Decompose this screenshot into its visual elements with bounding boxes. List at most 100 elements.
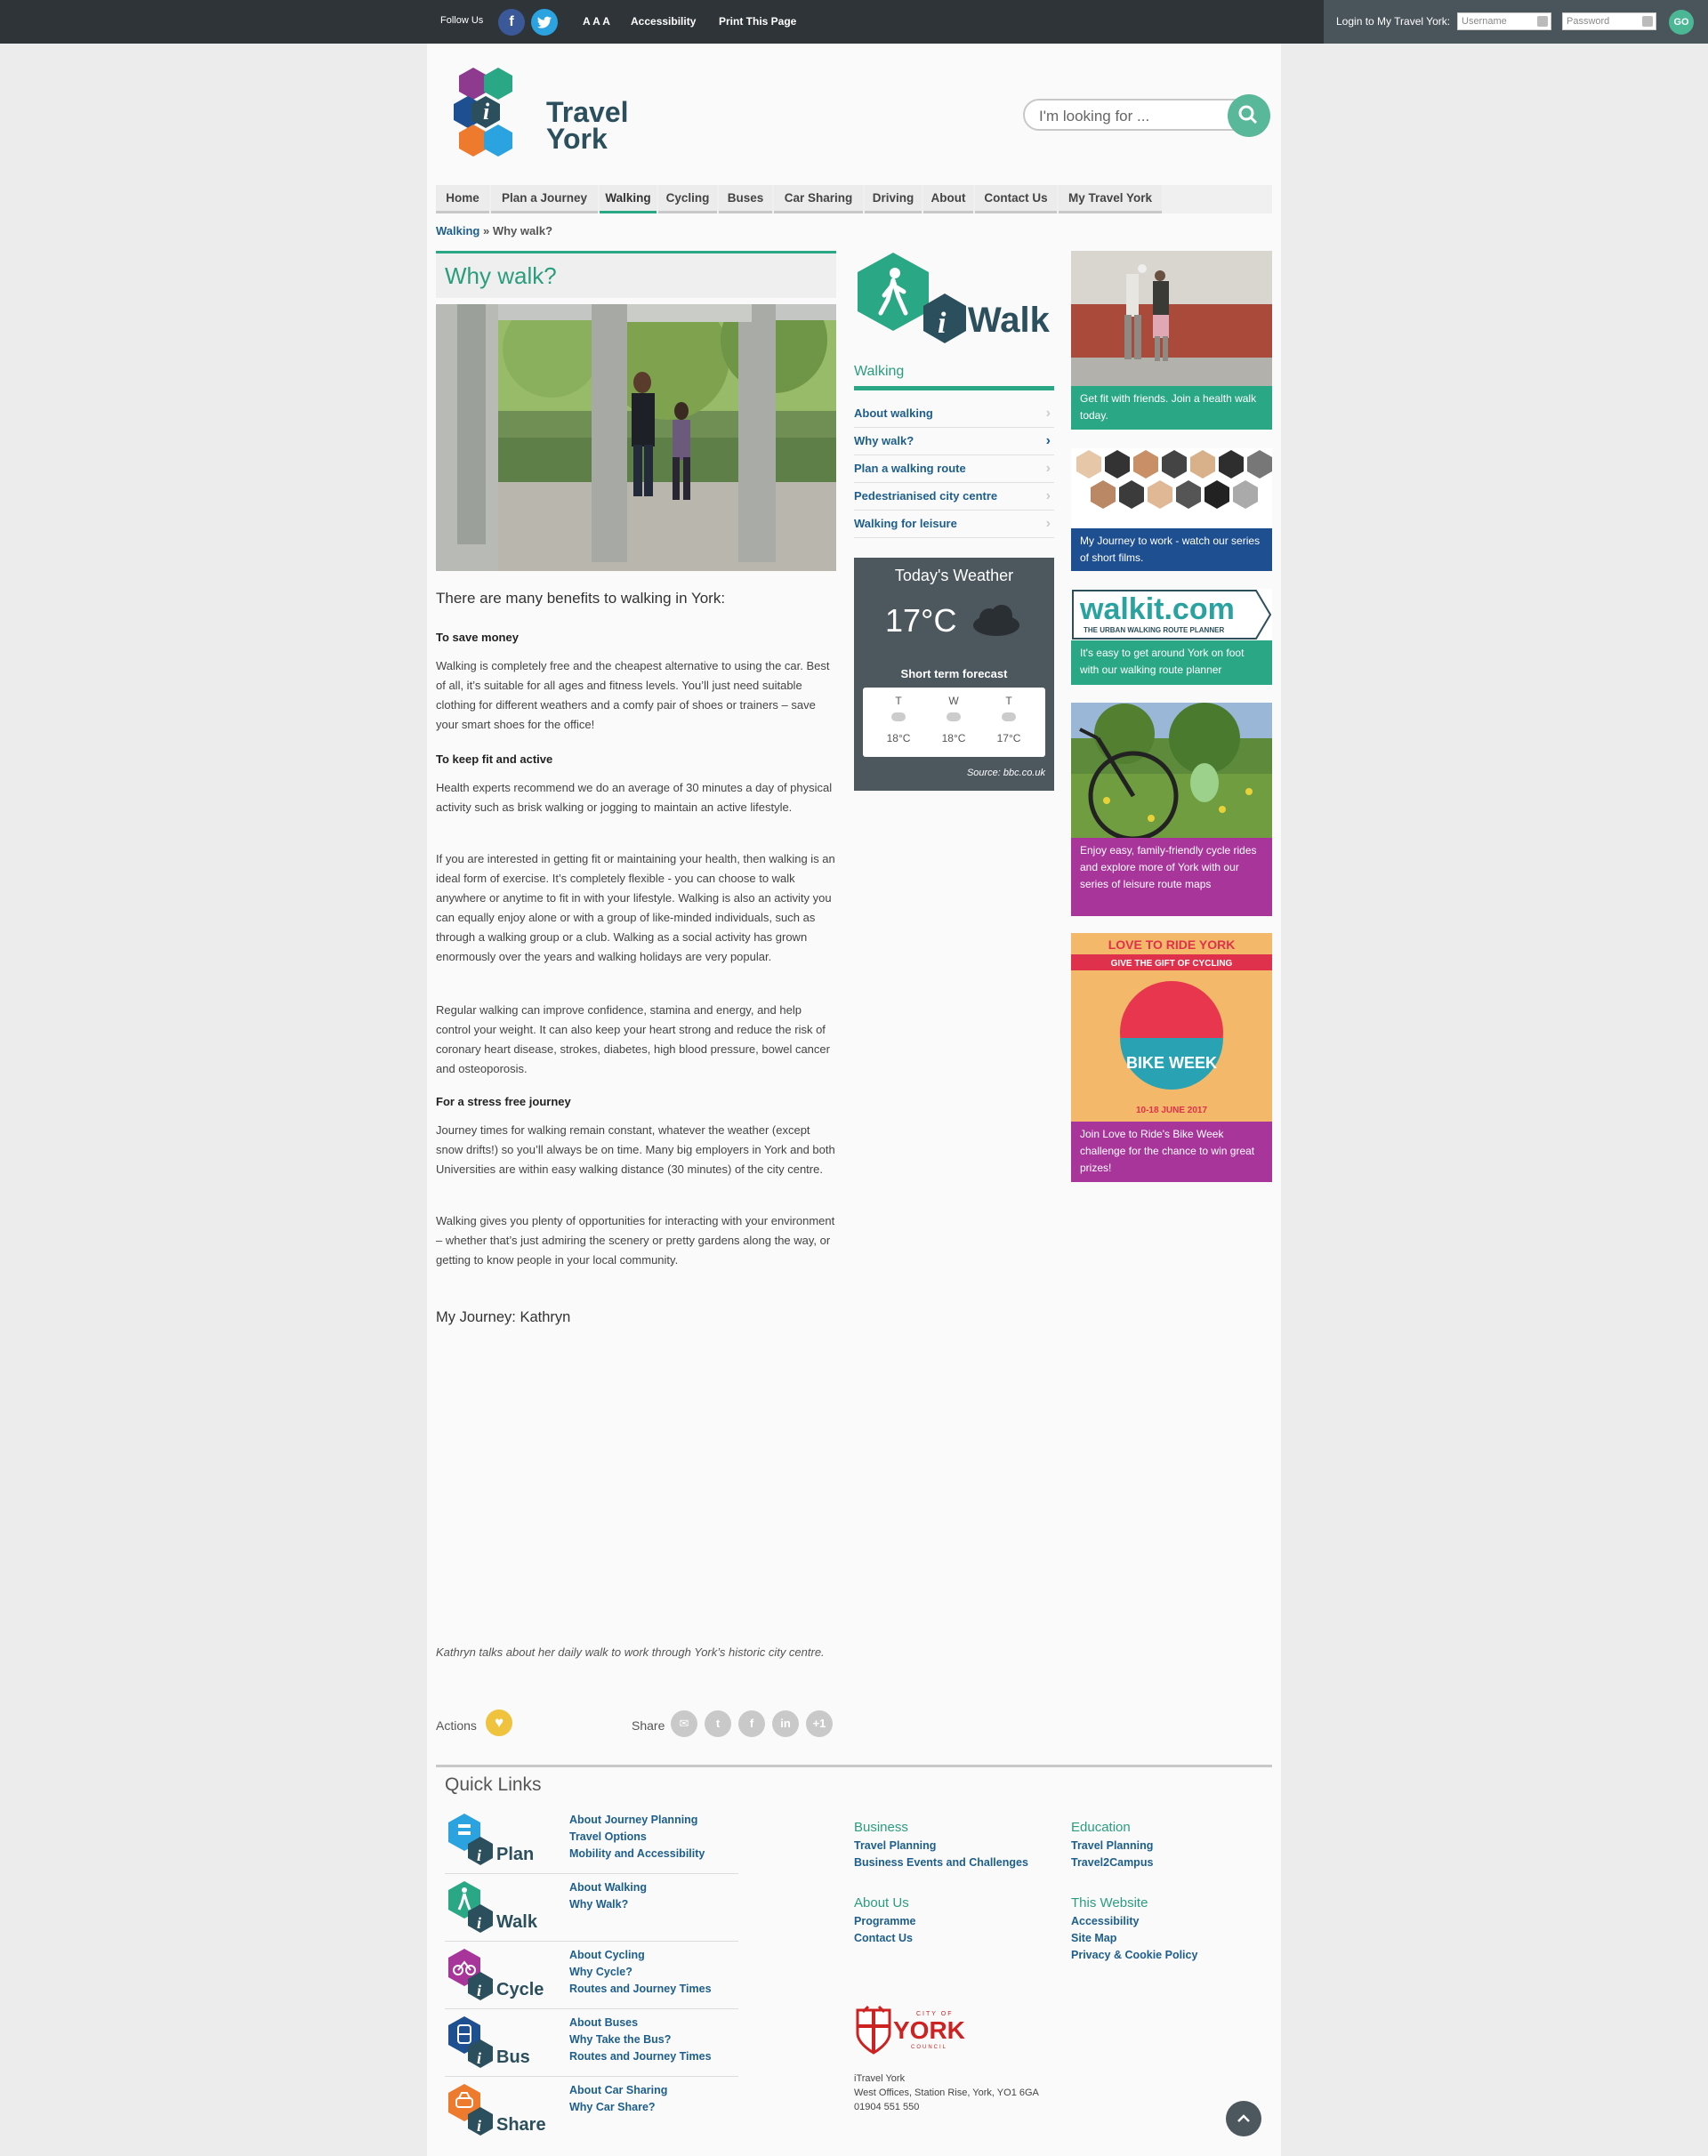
accessibility-link[interactable]: Accessibility: [631, 15, 696, 28]
back-to-top-button[interactable]: [1226, 2101, 1261, 2136]
linkedin-share-icon[interactable]: in: [772, 1710, 799, 1737]
heading-stress-free: For a stress free journey: [436, 1095, 571, 1108]
iplan-logo[interactable]: i Plan: [445, 1812, 560, 1865]
search-input[interactable]: I'm looking for ...: [1023, 99, 1254, 131]
nav-cycling[interactable]: Cycling: [658, 185, 717, 213]
weather-temperature: 17°C: [885, 602, 957, 639]
ql-why-car-share[interactable]: Why Car Share?: [569, 2099, 667, 2116]
svg-text:i: i: [477, 2049, 481, 2067]
nav-plan-a-journey[interactable]: Plan a Journey: [491, 185, 598, 213]
footer-about-contact[interactable]: Contact Us: [854, 1930, 915, 1947]
footer-site-privacy[interactable]: Privacy & Cookie Policy: [1071, 1947, 1197, 1964]
sidebar-item-why-walk[interactable]: Why walk? ›: [854, 428, 1054, 455]
sidebar-item-about-walking[interactable]: About walking ›: [854, 400, 1054, 428]
nav-buses[interactable]: Buses: [719, 185, 772, 213]
quick-links-list: About Cycling Why Cycle? Routes and Jour…: [569, 1947, 712, 1998]
promo-caption: It's easy to get around York on foot wit…: [1071, 640, 1272, 685]
sidebar-item-walking-for-leisure[interactable]: Walking for leisure ›: [854, 511, 1054, 538]
logo-line-1: Travel: [546, 96, 629, 128]
nav-my-travel-york[interactable]: My Travel York: [1059, 185, 1162, 213]
iplan-wordmark: Plan: [496, 1845, 534, 1864]
footer-site-map[interactable]: Site Map: [1071, 1930, 1197, 1947]
chevron-right-icon: ›: [1045, 488, 1051, 503]
footer-education-travel2campus[interactable]: Travel2Campus: [1071, 1854, 1153, 1871]
promo-bike-week[interactable]: LOVE TO RIDE YORK GIVE THE GIFT OF CYCLI…: [1071, 933, 1272, 1182]
svg-text:i: i: [477, 2117, 481, 2135]
twitter-share-icon[interactable]: t: [705, 1710, 731, 1737]
icycle-logo[interactable]: i Cycle: [445, 1947, 560, 2000]
keyboard-icon: [1642, 16, 1653, 27]
print-link[interactable]: Print This Page: [719, 15, 796, 28]
hexagon-logo-icon: i: [454, 68, 512, 157]
page-title-box: Why walk?: [436, 251, 836, 298]
nav-contact-us[interactable]: Contact Us: [975, 185, 1057, 213]
ql-bus-routes[interactable]: Routes and Journey Times: [569, 2048, 712, 2065]
ql-about-buses[interactable]: About Buses: [569, 2015, 712, 2031]
iwalk-small-wordmark: Walk: [496, 1912, 538, 1932]
iwalk-logo: i Walk: [854, 251, 1059, 349]
text-size-control[interactable]: A A A: [583, 15, 610, 28]
ql-about-walking[interactable]: About Walking: [569, 1879, 647, 1896]
promo-walkit[interactable]: walkit.com THE URBAN WALKING ROUTE PLANN…: [1071, 589, 1272, 685]
search-placeholder: I'm looking for ...: [1039, 108, 1150, 125]
promo-my-journey-films[interactable]: My Journey to work - watch our series of…: [1071, 448, 1272, 571]
footer-about-programme[interactable]: Programme: [854, 1913, 915, 1930]
svg-text:i: i: [477, 1914, 481, 1932]
city-of-york-council-logo[interactable]: CITY OF YORK COUNCIL: [854, 2005, 979, 2063]
footer-business-events[interactable]: Business Events and Challenges: [854, 1854, 1028, 1871]
ishare-logo[interactable]: i Share: [445, 2082, 560, 2136]
promo-caption: Enjoy easy, family-friendly cycle rides …: [1071, 838, 1272, 916]
ql-why-walk[interactable]: Why Walk?: [569, 1896, 647, 1913]
nav-car-sharing[interactable]: Car Sharing: [774, 185, 863, 213]
login-go-button[interactable]: GO: [1669, 10, 1694, 35]
search-button[interactable]: [1228, 94, 1270, 137]
username-field[interactable]: Username: [1457, 12, 1551, 30]
ql-why-take-bus[interactable]: Why Take the Bus?: [569, 2031, 712, 2048]
footer-address: iTravel York West Offices, Station Rise,…: [854, 2072, 1039, 2114]
sidebar-item-plan-walking-route[interactable]: Plan a walking route ›: [854, 455, 1054, 483]
google-plus-share-icon[interactable]: +1: [806, 1710, 833, 1737]
footer-site-accessibility[interactable]: Accessibility: [1071, 1913, 1197, 1930]
sidebar-item-label: Why walk?: [854, 434, 914, 447]
ibus-logo[interactable]: i Bus: [445, 2015, 560, 2068]
promo-leisure-cycle[interactable]: Enjoy easy, family-friendly cycle rides …: [1071, 703, 1272, 916]
promo-health-walk[interactable]: Get fit with friends. Join a health walk…: [1071, 251, 1272, 430]
ql-travel-options[interactable]: Travel Options: [569, 1829, 705, 1846]
ql-why-cycle[interactable]: Why Cycle?: [569, 1964, 712, 1981]
footer-education-title: Education: [1071, 1820, 1131, 1835]
breadcrumb-current: Why walk?: [492, 224, 553, 237]
iwalk-small-logo[interactable]: i Walk: [445, 1879, 560, 1933]
nav-walking[interactable]: Walking: [600, 185, 657, 213]
promo-image: LOVE TO RIDE YORK GIVE THE GIFT OF CYCLI…: [1071, 933, 1272, 1122]
nav-home[interactable]: Home: [436, 185, 489, 213]
svg-text:i: i: [938, 307, 947, 340]
ql-cycle-routes[interactable]: Routes and Journey Times: [569, 1981, 712, 1998]
facebook-icon[interactable]: f: [498, 9, 525, 36]
ql-about-car-sharing[interactable]: About Car Sharing: [569, 2082, 667, 2099]
password-field[interactable]: Password: [1562, 12, 1656, 30]
breadcrumb-walking[interactable]: Walking: [436, 224, 479, 237]
footer-business-travel-planning[interactable]: Travel Planning: [854, 1838, 1028, 1854]
search-icon: [1238, 105, 1258, 125]
username-placeholder: Username: [1462, 16, 1507, 27]
footer-education-travel-planning[interactable]: Travel Planning: [1071, 1838, 1153, 1854]
forecast-day-temp: 17°C: [996, 732, 1021, 744]
ql-about-journey-planning[interactable]: About Journey Planning: [569, 1812, 705, 1829]
heart-icon[interactable]: ♥: [486, 1710, 512, 1736]
twitter-icon[interactable]: [531, 9, 558, 36]
row-separator: [445, 1873, 738, 1874]
row-separator: [445, 2008, 738, 2009]
ql-about-cycling[interactable]: About Cycling: [569, 1947, 712, 1964]
paragraph-keep-fit-3: Regular walking can improve confidence, …: [436, 1003, 830, 1075]
facebook-share-icon[interactable]: f: [738, 1710, 765, 1737]
forecast-day-name: T: [895, 695, 902, 707]
ql-mobility-accessibility[interactable]: Mobility and Accessibility: [569, 1846, 705, 1862]
itravel-york-logo[interactable]: i Travel York: [454, 66, 629, 164]
email-share-icon[interactable]: ✉: [671, 1710, 697, 1737]
quick-links-cycle: i Cycle About Cycling Why Cycle? Routes a…: [445, 1943, 738, 2009]
nav-driving[interactable]: Driving: [865, 185, 922, 213]
nav-about[interactable]: About: [923, 185, 973, 213]
actions-label: Actions: [436, 1718, 477, 1733]
login-label: Login to My Travel York:: [1336, 15, 1451, 28]
sidebar-item-pedestrianised-city-centre[interactable]: Pedestrianised city centre ›: [854, 483, 1054, 511]
